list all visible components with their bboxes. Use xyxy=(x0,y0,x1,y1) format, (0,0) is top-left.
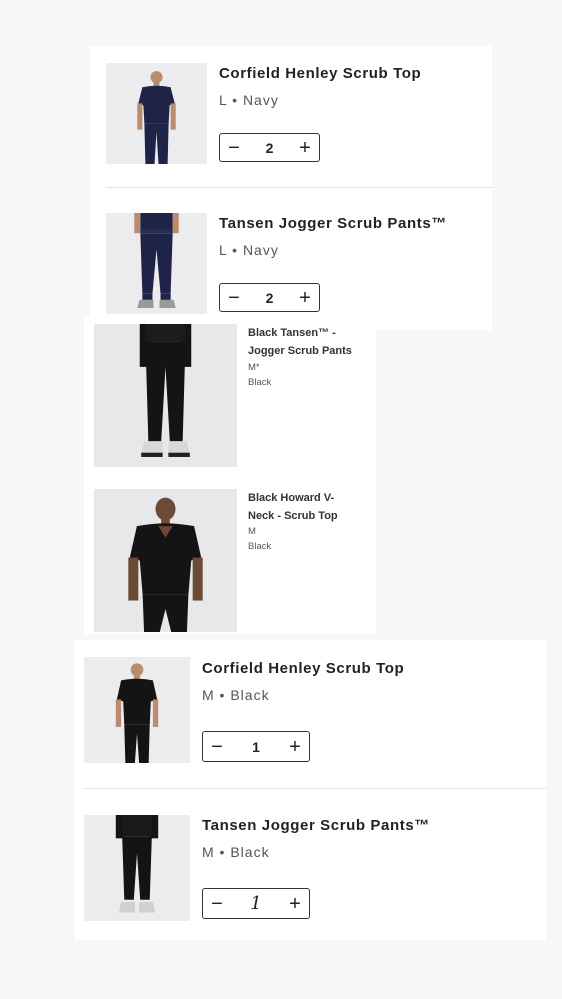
divider xyxy=(84,788,546,789)
cart-card-bottom: Corfield Henley Scrub Top M • Black − 1 … xyxy=(74,640,546,940)
product-variant: L • Navy xyxy=(219,92,279,108)
quantity-value[interactable]: 1 xyxy=(252,739,260,755)
quantity-stepper: − 2 + xyxy=(219,133,320,162)
minus-icon[interactable]: − xyxy=(209,894,225,914)
person-navy-pants-icon xyxy=(106,213,207,314)
product-title[interactable]: Tansen Jogger Scrub Pants™ xyxy=(202,817,430,834)
summary-item-size: M* xyxy=(248,362,260,373)
summary-item-color: Black xyxy=(248,377,272,388)
quantity-stepper: − 1 + xyxy=(202,731,310,762)
summary-item-title-line1: Black Tansen™ - xyxy=(248,327,336,339)
cart-item: Corfield Henley Scrub Top M • Black − 1 … xyxy=(74,640,546,790)
order-summary-card: Black Tansen™ - Jogger Scrub Pants M* Bl… xyxy=(84,316,376,634)
plus-icon[interactable]: + xyxy=(297,288,313,308)
product-image xyxy=(94,489,237,632)
person-black-pants-icon xyxy=(94,324,237,467)
product-title[interactable]: Tansen Jogger Scrub Pants™ xyxy=(219,215,447,232)
quantity-value[interactable]: 2 xyxy=(266,290,274,306)
quantity-stepper: − 2 + xyxy=(219,283,320,312)
summary-item: Black Howard V- Neck - Scrub Top M Black xyxy=(84,480,376,634)
cart-card-top: Corfield Henley Scrub Top L • Navy − 2 + xyxy=(90,46,492,330)
summary-item: Black Tansen™ - Jogger Scrub Pants M* Bl… xyxy=(84,316,376,476)
minus-icon[interactable]: − xyxy=(226,138,242,158)
summary-item-color: Black xyxy=(248,541,272,552)
plus-icon[interactable]: + xyxy=(287,737,303,757)
cart-item: Tansen Jogger Scrub Pants™ L • Navy − 2 … xyxy=(90,188,492,330)
quantity-value[interactable]: 1 xyxy=(250,893,261,914)
product-title[interactable]: Corfield Henley Scrub Top xyxy=(219,65,421,82)
person-black-top-icon xyxy=(84,657,190,763)
product-title[interactable]: Corfield Henley Scrub Top xyxy=(202,660,404,677)
minus-icon[interactable]: − xyxy=(209,737,225,757)
plus-icon[interactable]: + xyxy=(287,894,303,914)
product-image[interactable] xyxy=(84,657,190,763)
summary-item-size: M xyxy=(248,526,256,537)
person-black-vneck-icon xyxy=(94,489,237,632)
person-navy-top-icon xyxy=(106,63,207,164)
product-image[interactable] xyxy=(84,815,190,921)
summary-item-title: Black Tansen™ - Jogger Scrub Pants xyxy=(248,324,368,360)
quantity-stepper: − 1 + xyxy=(202,888,310,919)
page: Corfield Henley Scrub Top L • Navy − 2 + xyxy=(0,0,562,999)
summary-item-title: Black Howard V- Neck - Scrub Top xyxy=(248,489,368,525)
minus-icon[interactable]: − xyxy=(226,288,242,308)
cart-item: Tansen Jogger Scrub Pants™ M • Black − 1… xyxy=(74,790,546,940)
summary-item-title-line1: Black Howard V- xyxy=(248,492,335,504)
product-variant: L • Navy xyxy=(219,242,279,258)
summary-item-title-line2: Neck - Scrub Top xyxy=(248,510,338,522)
cart-item: Corfield Henley Scrub Top L • Navy − 2 + xyxy=(90,46,492,188)
plus-icon[interactable]: + xyxy=(297,138,313,158)
product-image[interactable] xyxy=(106,63,207,164)
person-black-pants-icon xyxy=(84,815,190,921)
product-image[interactable] xyxy=(106,213,207,314)
product-variant: M • Black xyxy=(202,844,270,860)
summary-item-title-line2: Jogger Scrub Pants xyxy=(248,345,352,357)
product-variant: M • Black xyxy=(202,687,270,703)
product-image xyxy=(94,324,237,467)
quantity-value[interactable]: 2 xyxy=(266,140,274,156)
